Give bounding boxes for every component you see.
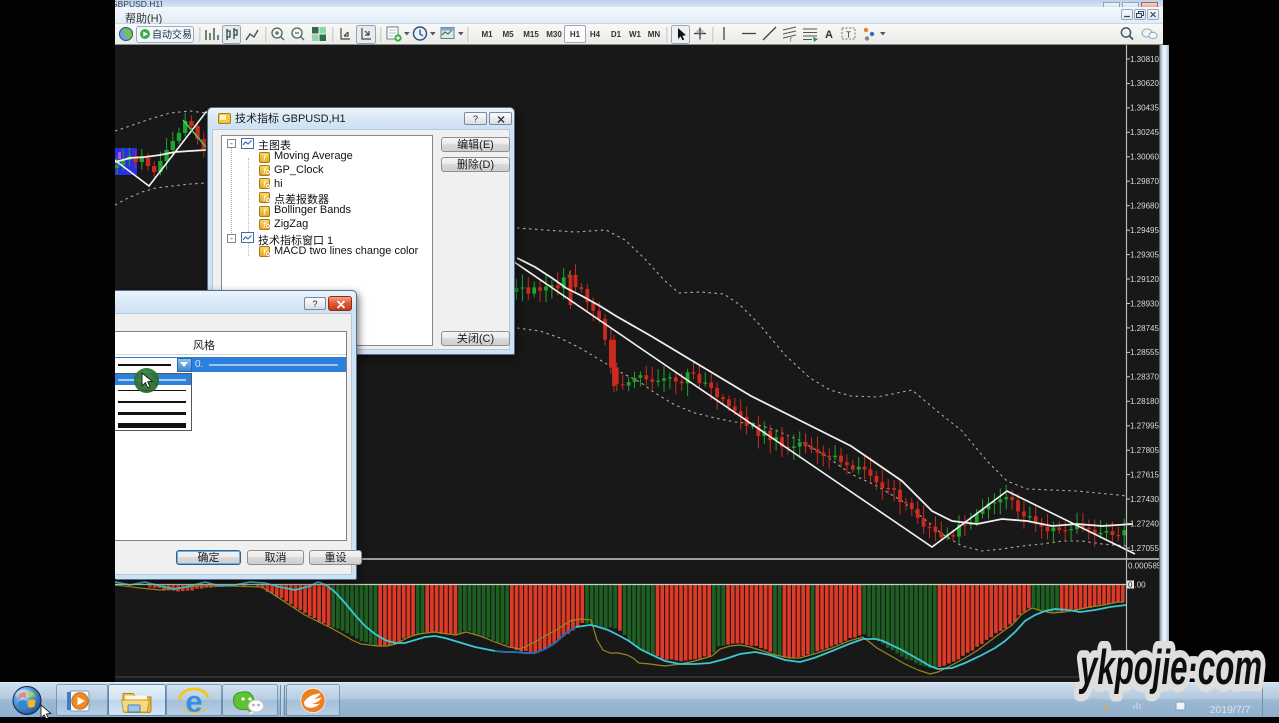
svg-text:MN: MN bbox=[648, 30, 661, 39]
svg-text:W1: W1 bbox=[629, 30, 642, 39]
svg-text:H4: H4 bbox=[590, 30, 601, 39]
svg-text:H1: H1 bbox=[570, 30, 581, 39]
svg-text:1.30245: 1.30245 bbox=[1130, 128, 1159, 137]
svg-text:1.28370: 1.28370 bbox=[1130, 373, 1159, 382]
svg-text:M15: M15 bbox=[523, 30, 539, 39]
svg-text:.00: .00 bbox=[1135, 581, 1147, 590]
svg-text:1.28930: 1.28930 bbox=[1130, 299, 1159, 308]
svg-text:1.30810: 1.30810 bbox=[1130, 55, 1159, 64]
svg-text:M1: M1 bbox=[481, 30, 493, 39]
svg-text:1.29495: 1.29495 bbox=[1130, 226, 1159, 235]
svg-text:1.29120: 1.29120 bbox=[1130, 275, 1159, 284]
svg-text:1.28555: 1.28555 bbox=[1130, 348, 1159, 357]
svg-text:0: 0 bbox=[1128, 581, 1133, 590]
svg-text:1.27055: 1.27055 bbox=[1130, 544, 1159, 553]
svg-text:f: f bbox=[790, 38, 792, 44]
svg-text:1.27805: 1.27805 bbox=[1130, 446, 1159, 455]
svg-text:1.30060: 1.30060 bbox=[1130, 153, 1159, 162]
svg-text:1.30435: 1.30435 bbox=[1130, 104, 1159, 113]
svg-text:M30: M30 bbox=[546, 30, 562, 39]
svg-text:0.000585: 0.000585 bbox=[1128, 562, 1162, 571]
svg-text:1.28180: 1.28180 bbox=[1130, 397, 1159, 406]
svg-text:1.27995: 1.27995 bbox=[1130, 422, 1159, 431]
svg-text:1.28745: 1.28745 bbox=[1130, 324, 1159, 333]
svg-text:1.27615: 1.27615 bbox=[1130, 470, 1159, 479]
svg-text:1.27240: 1.27240 bbox=[1130, 519, 1159, 528]
svg-text:T: T bbox=[846, 30, 851, 40]
svg-text:1.27430: 1.27430 bbox=[1130, 495, 1159, 504]
svg-text:A: A bbox=[825, 29, 833, 41]
svg-text:M5: M5 bbox=[502, 30, 514, 39]
svg-text:自动交易: 自动交易 bbox=[152, 28, 192, 41]
svg-text:1.29870: 1.29870 bbox=[1130, 177, 1159, 186]
svg-text:1.30620: 1.30620 bbox=[1130, 79, 1159, 88]
svg-text:ykpojie·com: ykpojie·com bbox=[1078, 641, 1262, 695]
svg-text:1.29305: 1.29305 bbox=[1130, 250, 1159, 259]
svg-text:1.29680: 1.29680 bbox=[1130, 202, 1159, 211]
svg-text:D1: D1 bbox=[611, 30, 622, 39]
